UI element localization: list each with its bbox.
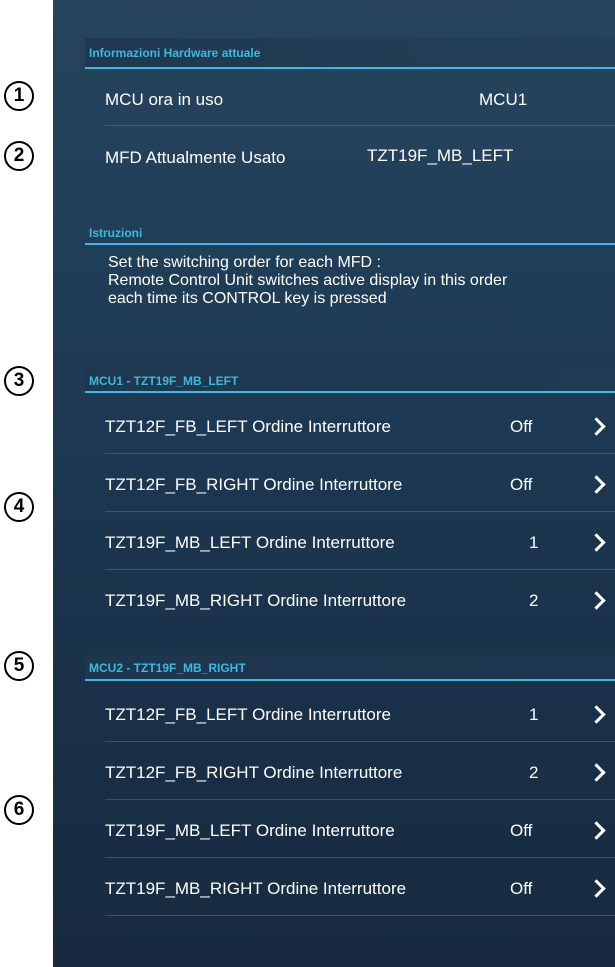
mcu2-row-2-name: TZT12F_FB_RIGHT bbox=[105, 763, 259, 782]
instructions-line-2: Remote Control Unit switches active disp… bbox=[108, 272, 508, 289]
mcu1-row-4-name: TZT19F_MB_RIGHT bbox=[105, 591, 263, 610]
mcu1-title: MCU1 - TZT19F_MB_LEFT bbox=[89, 374, 239, 388]
mcu1-row-1-name: TZT12F_FB_LEFT bbox=[105, 417, 248, 436]
mcu1-header: MCU1 - TZT19F_MB_LEFT bbox=[53, 368, 615, 392]
mcu2-row-3-name: TZT19F_MB_LEFT bbox=[105, 821, 252, 840]
callout-2: 2 bbox=[4, 141, 34, 171]
mcu1-row-4[interactable]: TZT19F_MB_RIGHT Ordine Interruttore 2 bbox=[85, 570, 615, 628]
mcu2-row-4[interactable]: TZT19F_MB_RIGHT Ordine Interruttore Off bbox=[85, 858, 615, 916]
mcu2-row-1[interactable]: TZT12F_FB_LEFT Ordine Interruttore 1 bbox=[85, 684, 615, 742]
mfd-in-use-label: MFD Attualmente Usato bbox=[105, 148, 286, 167]
instructions-title: Istruzioni bbox=[89, 226, 143, 240]
callout-3: 3 bbox=[4, 366, 34, 396]
hardware-title: Informazioni Hardware attuale bbox=[89, 46, 261, 60]
chevron-right-icon bbox=[587, 417, 606, 436]
mcu2-row-1-value: 1 bbox=[529, 705, 539, 724]
chevron-right-icon bbox=[587, 591, 606, 610]
mcu2-row-1-name: TZT12F_FB_LEFT bbox=[105, 705, 248, 724]
mcu1-row-2-value: Off bbox=[510, 475, 533, 494]
mcu1-row-1-value: Off bbox=[510, 417, 533, 436]
chevron-right-icon bbox=[587, 879, 606, 898]
instructions-text: Set the switching order for each MFD : R… bbox=[108, 254, 615, 308]
mcu2-title: MCU2 - TZT19F_MB_RIGHT bbox=[89, 661, 246, 675]
mcu1-row-3-value: 1 bbox=[529, 533, 539, 552]
mcu1-row-3-name: TZT19F_MB_LEFT bbox=[105, 533, 252, 552]
callout-1: 1 bbox=[4, 81, 34, 111]
mcu2-row-3[interactable]: TZT19F_MB_LEFT Ordine Interruttore Off bbox=[85, 800, 615, 858]
mcu2-row-2-value: 2 bbox=[529, 763, 539, 782]
mcu2-underline bbox=[85, 679, 615, 681]
mcu1-row-4-value: 2 bbox=[529, 591, 539, 610]
mcu2-row-1-label: Ordine Interruttore bbox=[252, 705, 391, 724]
callout-4: 4 bbox=[4, 492, 34, 522]
mcu2-row-3-label: Ordine Interruttore bbox=[255, 821, 395, 840]
instructions-line-1: Set the switching order for each MFD : bbox=[108, 254, 381, 271]
mcu1-row-2-name: TZT12F_FB_RIGHT bbox=[105, 475, 259, 494]
hardware-header: Informazioni Hardware attuale bbox=[53, 38, 615, 68]
mcu-in-use-label: MCU ora in uso bbox=[105, 90, 224, 109]
mcu1-row-4-label: Ordine Interruttore bbox=[267, 591, 407, 610]
mcu1-row-2[interactable]: TZT12F_FB_RIGHT Ordine Interruttore Off bbox=[85, 454, 615, 512]
mcu1-row-3[interactable]: TZT19F_MB_LEFT Ordine Interruttore 1 bbox=[85, 512, 615, 570]
mcu2-header: MCU2 - TZT19F_MB_RIGHT bbox=[53, 655, 615, 679]
mcu1-row-1-label: Ordine Interruttore bbox=[252, 417, 391, 436]
callout-5: 5 bbox=[4, 651, 34, 681]
mcu2-row-4-label: Ordine Interruttore bbox=[267, 879, 407, 898]
instructions-underline bbox=[85, 243, 615, 245]
mfd-in-use-row: MFD Attualmente Usato TZT19F_MB_LEFT bbox=[85, 126, 615, 184]
callout-6: 6 bbox=[4, 795, 34, 825]
mcu1-row-1[interactable]: TZT12F_FB_LEFT Ordine Interruttore Off bbox=[85, 396, 615, 454]
chevron-right-icon bbox=[587, 475, 606, 494]
instructions-line-3: each time its CONTROL key is pressed bbox=[108, 290, 387, 307]
mfd-in-use-value: TZT19F_MB_LEFT bbox=[367, 146, 514, 165]
mcu-in-use-row: MCU ora in uso MCU1 bbox=[85, 68, 615, 126]
mcu2-row-2[interactable]: TZT12F_FB_RIGHT Ordine Interruttore 2 bbox=[85, 742, 615, 800]
mcu1-underline bbox=[85, 391, 615, 393]
mcu2-row-4-name: TZT19F_MB_RIGHT bbox=[105, 879, 263, 898]
mcu1-row-2-label: Ordine Interruttore bbox=[263, 475, 403, 494]
chevron-right-icon bbox=[587, 533, 606, 552]
mcu1-row-3-label: Ordine Interruttore bbox=[255, 533, 395, 552]
chevron-right-icon bbox=[587, 763, 606, 782]
mcu2-row-4-value: Off bbox=[510, 879, 533, 898]
mcu2-row-3-value: Off bbox=[510, 821, 533, 840]
chevron-right-icon bbox=[587, 705, 606, 724]
chevron-right-icon bbox=[587, 821, 606, 840]
mcu-in-use-value: MCU1 bbox=[479, 90, 528, 109]
mcu2-row-2-label: Ordine Interruttore bbox=[263, 763, 403, 782]
settings-screen: Informazioni Hardware attuale MCU ora in… bbox=[53, 0, 615, 967]
